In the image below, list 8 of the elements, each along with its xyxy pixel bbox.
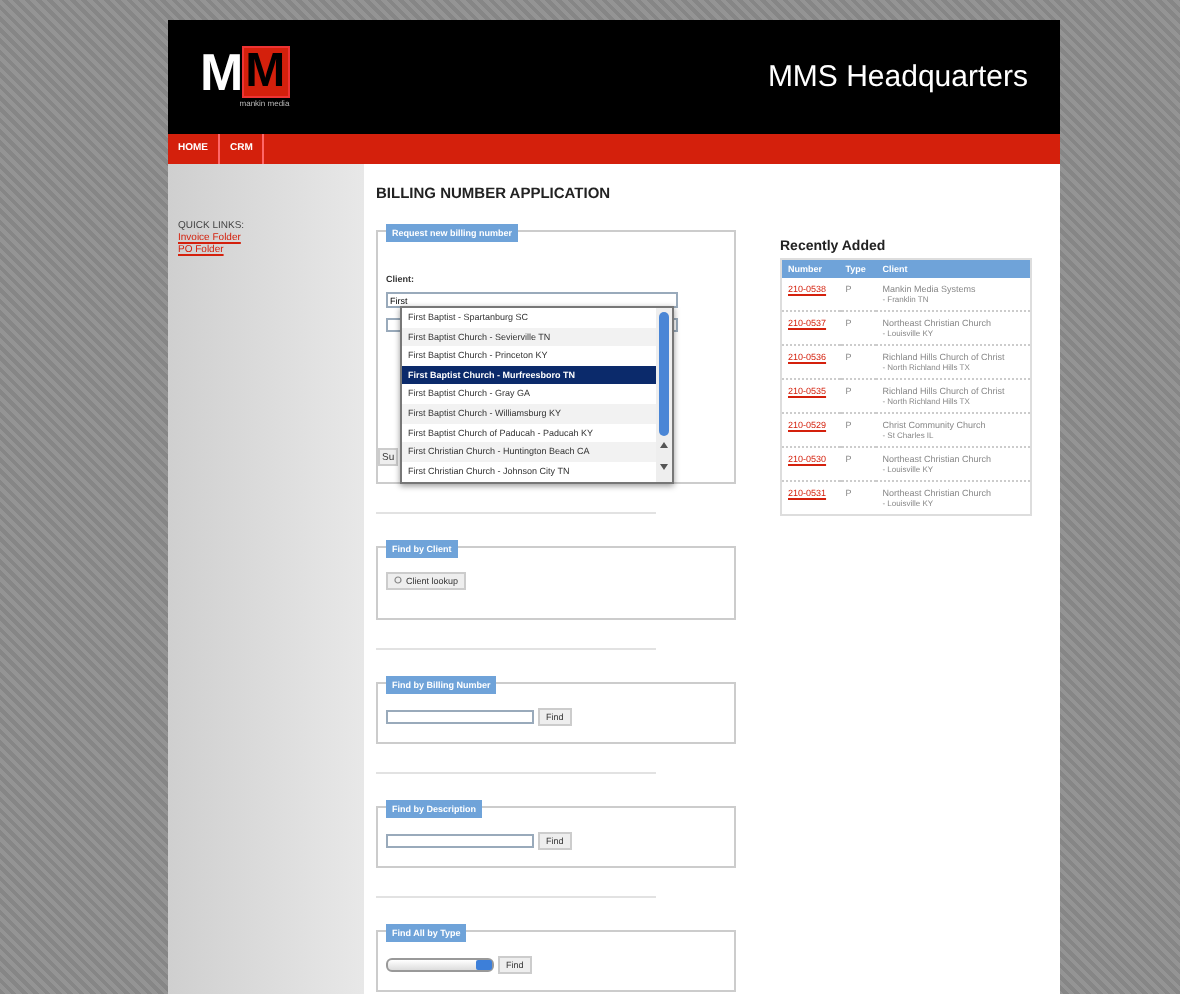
type-select[interactable] (386, 957, 494, 971)
search-input[interactable] (386, 833, 534, 847)
link-icon (394, 576, 402, 584)
logo-letter: M (241, 45, 290, 97)
logo-letter: M (200, 45, 242, 97)
scrollbar-icon[interactable] (656, 308, 672, 482)
site-title: MMS Headquarters (767, 60, 1028, 94)
search-input[interactable] (386, 709, 534, 723)
